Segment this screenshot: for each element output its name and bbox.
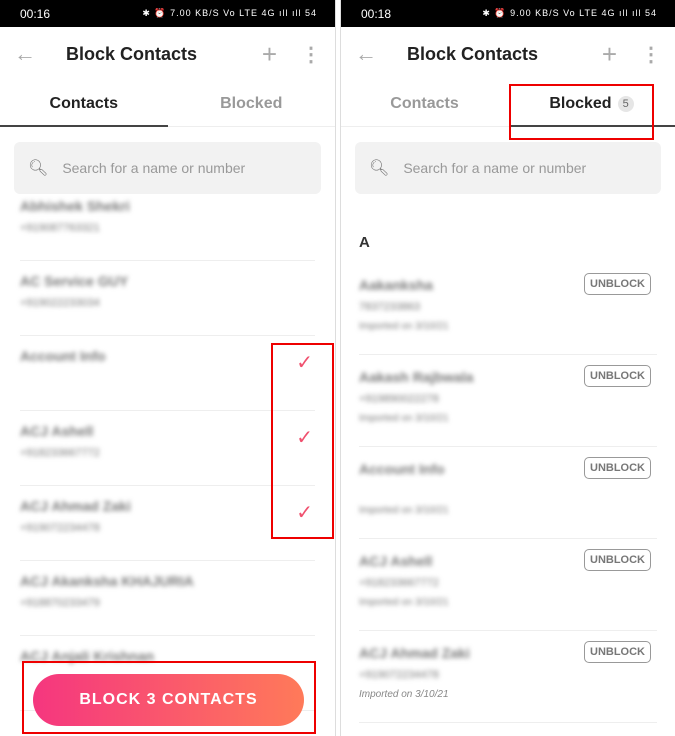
blocked-row: Account Info Imported on 3/10/21 UNBLOCK xyxy=(359,447,657,539)
imported-date: Imported on 3/10/21 xyxy=(359,689,449,700)
unblock-button[interactable]: UNBLOCK xyxy=(584,549,651,571)
back-arrow-icon[interactable]: ← xyxy=(355,41,395,67)
contact-name: ACJ Akanksha KHAJURIA xyxy=(20,573,194,589)
right-screen: 00:18 ✱ ⏰ 9.00 KB/S Vo LTE 4G ıll ıll 54 … xyxy=(340,0,675,736)
imported-date: Imported on 3/10/21 xyxy=(359,505,449,516)
contact-phone: +918870233479 xyxy=(20,597,100,609)
blocked-row: Aakanksha 7837233863 Imported on 3/10/21 UN… xyxy=(359,263,657,355)
search-placeholder: Search for a name or number xyxy=(62,160,246,176)
search-input[interactable]: 🔍︎ Search for a name or number xyxy=(355,142,661,194)
left-screen: 00:16 ✱ ⏰ 7.00 KB/S Vo LTE 4G ıll ıll 54 … xyxy=(0,0,336,736)
unblock-button[interactable]: UNBLOCK xyxy=(584,273,651,295)
contact-phone: 7837233863 xyxy=(359,301,421,313)
contact-phone: +919022233034 xyxy=(20,297,100,309)
highlight-box xyxy=(22,661,316,734)
tab-contacts[interactable]: Contacts xyxy=(0,81,168,126)
unblock-button[interactable]: UNBLOCK xyxy=(584,457,651,479)
contact-row[interactable]: AC Service GUY +919022233034 xyxy=(20,261,315,336)
status-bar: 00:16 ✱ ⏰ 7.00 KB/S Vo LTE 4G ıll ıll 54 xyxy=(0,0,335,27)
more-vert-icon[interactable]: ⋮ xyxy=(301,42,321,67)
contact-phone: +918233667772 xyxy=(359,577,439,589)
search-icon: 🔍︎ xyxy=(28,160,49,177)
contact-name: Abhishek Shekri xyxy=(20,198,130,214)
unblock-button[interactable]: UNBLOCK xyxy=(584,365,651,387)
app-bar: ← Block Contacts + ⋮ xyxy=(0,27,335,81)
status-bar: 00:18 ✱ ⏰ 9.00 KB/S Vo LTE 4G ıll ıll 54 xyxy=(341,0,675,27)
back-arrow-icon[interactable]: ← xyxy=(14,41,54,67)
more-vert-icon[interactable]: ⋮ xyxy=(641,42,661,67)
imported-date: Imported on 3/10/21 xyxy=(359,413,449,424)
blocked-row: ACJ Ashell +918233667772 Imported on 3/10/… xyxy=(359,539,657,631)
imported-date: Imported on 3/10/21 xyxy=(359,321,449,332)
blocked-row: Aakash Rajbwala +919890022278 Imported on … xyxy=(359,355,657,447)
plus-icon[interactable]: + xyxy=(262,39,277,70)
section-header: A xyxy=(359,234,370,251)
app-bar: ← Block Contacts + ⋮ xyxy=(341,27,675,81)
blocked-row: ACJ Ahmad Zaki +919072234478 Imported on 3… xyxy=(359,631,657,723)
search-icon: 🔍︎ xyxy=(369,160,390,177)
search-placeholder: Search for a name or number xyxy=(403,160,587,176)
status-icons: ✱ ⏰ 7.00 KB/S Vo LTE 4G ıll ıll 54 xyxy=(142,8,317,18)
tab-blocked[interactable]: Blocked xyxy=(168,81,336,126)
contact-phone: +919087763321 xyxy=(20,222,100,234)
tabs: Contacts Blocked xyxy=(0,81,335,127)
status-time: 00:18 xyxy=(361,6,392,21)
highlight-box xyxy=(271,343,334,539)
contact-row[interactable]: ACJ Akanksha KHAJURIA +918870233479 xyxy=(20,561,315,636)
contact-phone: +919890022278 xyxy=(359,393,439,405)
contact-name: AC Service GUY xyxy=(20,273,129,289)
unblock-button[interactable]: UNBLOCK xyxy=(584,641,651,663)
plus-icon[interactable]: + xyxy=(602,39,617,70)
page-title: Block Contacts xyxy=(407,43,539,64)
highlight-box xyxy=(509,84,654,140)
imported-date: Imported on 3/10/21 xyxy=(359,597,449,608)
page-title: Block Contacts xyxy=(66,43,198,64)
contact-phone: +919072234478 xyxy=(359,669,439,681)
contact-row[interactable]: Abhishek Shekri +919087763321 xyxy=(20,186,315,261)
status-icons: ✱ ⏰ 9.00 KB/S Vo LTE 4G ıll ıll 54 xyxy=(482,8,657,18)
tab-indicator xyxy=(0,125,168,127)
tab-contacts[interactable]: Contacts xyxy=(341,81,508,126)
status-time: 00:16 xyxy=(20,6,51,21)
contact-phone xyxy=(359,485,657,497)
